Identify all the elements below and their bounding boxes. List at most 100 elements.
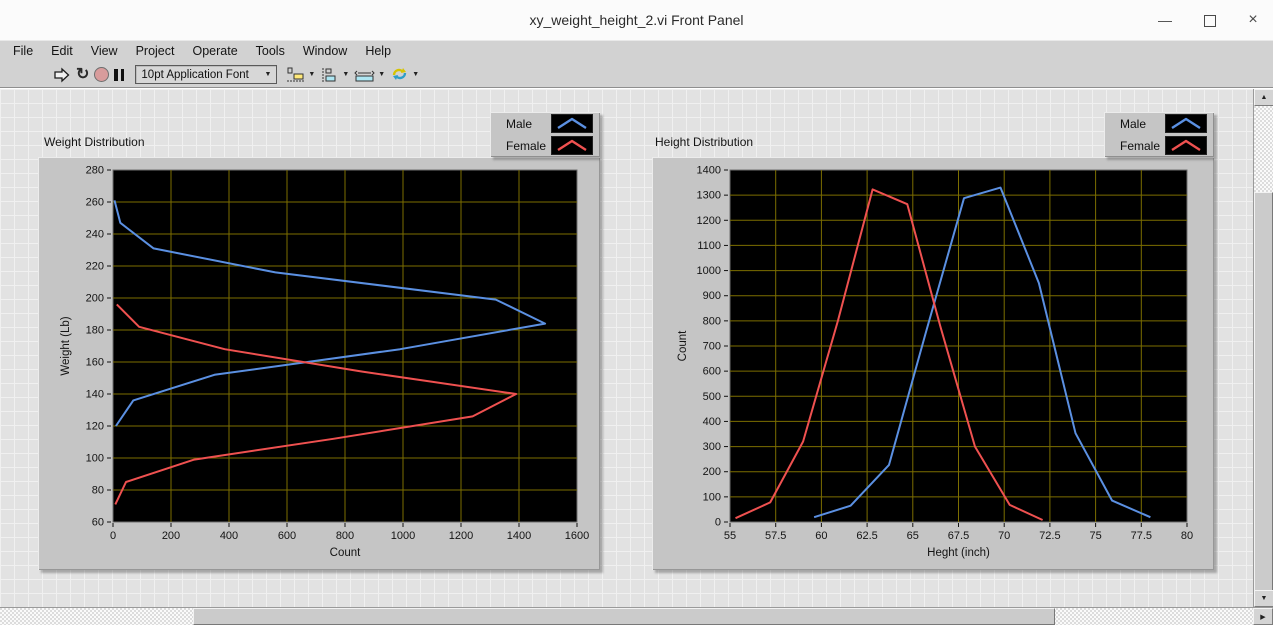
scroll-down-button[interactable]: ▼	[1254, 590, 1273, 607]
horizontal-scrollbar[interactable]: ▶	[0, 607, 1273, 625]
height-distribution-graph: 5557.56062.56567.57072.57577.58001002003…	[652, 157, 1214, 570]
svg-text:400: 400	[220, 530, 238, 542]
svg-text:1000: 1000	[697, 265, 721, 277]
run-icon	[52, 67, 71, 83]
minimize-button[interactable]: —	[1152, 10, 1178, 30]
svg-text:77.5: 77.5	[1131, 530, 1152, 542]
menu-item-help[interactable]: Help	[356, 41, 400, 62]
chevron-down-icon: ▼	[412, 71, 419, 78]
distribute-objects-icon	[320, 67, 340, 83]
svg-text:1200: 1200	[449, 530, 473, 542]
font-selector[interactable]: 10pt Application Font ▼	[135, 65, 277, 84]
svg-text:1000: 1000	[391, 530, 415, 542]
svg-text:200: 200	[703, 466, 721, 478]
scroll-right-button[interactable]: ▶	[1253, 608, 1273, 625]
svg-text:300: 300	[703, 441, 721, 453]
scroll-down-icon: ▼	[1261, 595, 1268, 602]
chevron-down-icon: ▼	[308, 71, 315, 78]
align-objects-icon	[286, 67, 306, 83]
run-button[interactable]	[52, 63, 71, 87]
svg-text:0: 0	[715, 517, 721, 529]
resize-objects-button[interactable]: ▼	[354, 63, 385, 87]
run-continuously-button[interactable]: ↻	[76, 63, 89, 87]
svg-text:60: 60	[92, 517, 104, 529]
legend-label: Female	[506, 139, 546, 153]
svg-text:120: 120	[86, 421, 104, 433]
svg-text:220: 220	[86, 261, 104, 273]
maximize-icon	[1204, 15, 1216, 27]
scroll-up-button[interactable]: ▲	[1254, 89, 1273, 106]
menu-item-operate[interactable]: Operate	[183, 41, 246, 62]
vertical-scrollbar[interactable]: ▲ ▼	[1253, 89, 1273, 607]
svg-text:70: 70	[998, 530, 1010, 542]
svg-text:67.5: 67.5	[948, 530, 969, 542]
female-line-sample-icon[interactable]	[1165, 136, 1207, 155]
menu-item-project[interactable]: Project	[127, 41, 184, 62]
vertical-scrollbar-track[interactable]	[1254, 106, 1273, 590]
close-button[interactable]: ×	[1240, 10, 1266, 30]
horizontal-scrollbar-thumb[interactable]	[193, 608, 1055, 625]
svg-text:57.5: 57.5	[765, 530, 786, 542]
legend-item-male[interactable]: Male	[490, 114, 600, 133]
menu-item-file[interactable]: File	[4, 41, 42, 62]
height-distribution-plot: 5557.56062.56567.57072.57577.58001002003…	[652, 157, 1214, 570]
svg-text:500: 500	[703, 391, 721, 403]
svg-text:240: 240	[86, 229, 104, 241]
abort-icon	[94, 67, 109, 82]
chevron-down-icon: ▼	[378, 71, 385, 78]
svg-text:1300: 1300	[697, 190, 721, 202]
svg-text:1400: 1400	[507, 530, 531, 542]
pause-button[interactable]	[114, 63, 124, 87]
font-selector-value: 10pt Application Font	[141, 69, 248, 81]
svg-text:800: 800	[336, 530, 354, 542]
menu-item-edit[interactable]: Edit	[42, 41, 82, 62]
legend-label: Male	[1120, 117, 1146, 131]
distribute-objects-button[interactable]: ▼	[320, 63, 349, 87]
male-line-sample-icon[interactable]	[1165, 114, 1207, 133]
height-graph-legend: Male Female	[1104, 112, 1214, 157]
pause-icon	[114, 69, 124, 81]
svg-text:1600: 1600	[565, 530, 589, 542]
svg-text:140: 140	[86, 389, 104, 401]
svg-text:700: 700	[703, 341, 721, 353]
horizontal-scrollbar-track[interactable]	[0, 608, 1253, 625]
weight-graph-legend: Male Female	[490, 112, 600, 157]
legend-item-female[interactable]: Female	[1104, 136, 1214, 155]
title-bar: xy_weight_height_2.vi Front Panel — ×	[0, 0, 1273, 40]
svg-text:1100: 1100	[697, 240, 721, 252]
svg-text:200: 200	[162, 530, 180, 542]
legend-item-female[interactable]: Female	[490, 136, 600, 155]
vertical-scrollbar-thumb[interactable]	[1254, 192, 1273, 607]
window-title: xy_weight_height_2.vi Front Panel	[0, 12, 1273, 28]
reorder-icon	[390, 66, 410, 83]
abort-button[interactable]	[94, 63, 109, 87]
female-line-sample-icon[interactable]	[551, 136, 593, 155]
svg-text:60: 60	[815, 530, 827, 542]
legend-item-male[interactable]: Male	[1104, 114, 1214, 133]
align-objects-button[interactable]: ▼	[286, 63, 315, 87]
run-continuously-icon: ↻	[76, 67, 89, 83]
svg-text:Heght (inch): Heght (inch)	[927, 547, 990, 559]
svg-text:1400: 1400	[697, 165, 721, 177]
svg-text:0: 0	[110, 530, 116, 542]
male-line-sample-icon[interactable]	[551, 114, 593, 133]
reorder-button[interactable]: ▼	[390, 63, 419, 87]
chevron-down-icon: ▼	[342, 71, 349, 78]
svg-text:62.5: 62.5	[856, 530, 877, 542]
legend-label: Male	[506, 117, 532, 131]
svg-text:160: 160	[86, 357, 104, 369]
svg-text:72.5: 72.5	[1039, 530, 1060, 542]
svg-text:400: 400	[703, 416, 721, 428]
svg-text:Weight (Lb): Weight (Lb)	[60, 316, 72, 375]
graph-title-height: Height Distribution	[655, 135, 753, 149]
svg-text:100: 100	[703, 491, 721, 503]
svg-text:600: 600	[278, 530, 296, 542]
menu-item-tools[interactable]: Tools	[247, 41, 294, 62]
svg-text:600: 600	[703, 366, 721, 378]
front-panel: Weight Distribution 02004006008001000120…	[0, 89, 1273, 625]
graph-title-weight: Weight Distribution	[44, 135, 145, 149]
menu-item-window[interactable]: Window	[294, 41, 356, 62]
menu-item-view[interactable]: View	[82, 41, 127, 62]
svg-text:80: 80	[92, 485, 104, 497]
maximize-button[interactable]	[1197, 10, 1223, 30]
